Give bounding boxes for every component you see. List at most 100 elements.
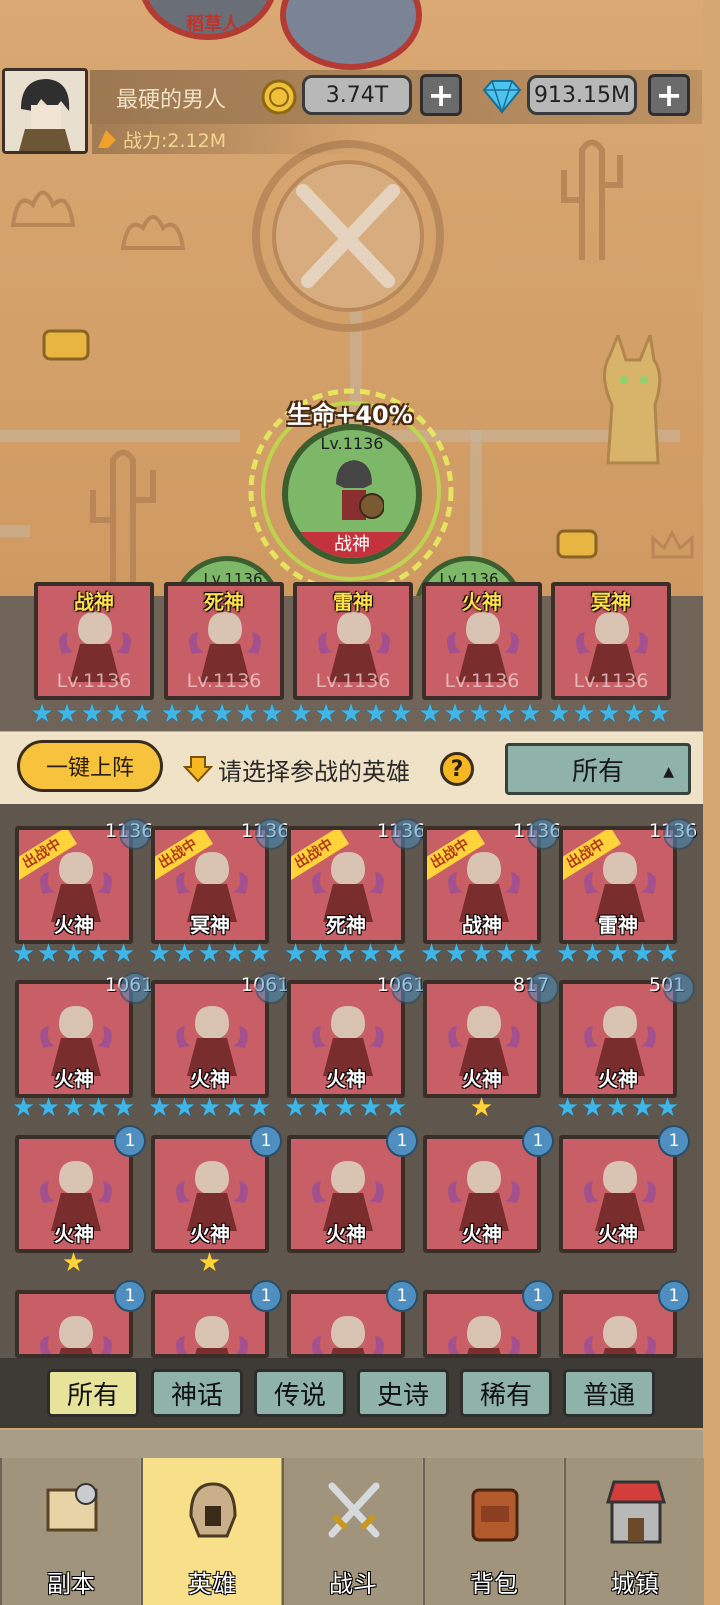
star-icon: ★ <box>235 699 259 729</box>
star-icon: ★ <box>247 1093 272 1123</box>
team-hero-name: 火神 <box>462 590 502 614</box>
team-hero-card[interactable]: 冥神 Lv.1136 <box>551 582 671 700</box>
nav-backpack[interactable]: 背包 <box>423 1458 563 1605</box>
gold-amount: 3.74T <box>302 75 412 115</box>
star-icon: ★ <box>283 939 308 969</box>
hero-card[interactable]: 火神 <box>151 1135 269 1253</box>
star-icon: ★ <box>80 699 104 729</box>
star-icon: ★ <box>247 939 272 969</box>
hero-level: 1 <box>522 1280 554 1312</box>
star-icon: ★ <box>289 699 313 729</box>
star-icon: ★ <box>197 939 222 969</box>
center-hero-node[interactable]: Lv.1136 战神 <box>282 424 422 564</box>
skull-chest-icon[interactable] <box>552 525 602 565</box>
star-icon: ★ <box>11 1093 36 1123</box>
rarity-tab[interactable]: 所有 <box>47 1369 139 1417</box>
hero-card[interactable]: 火神 <box>15 1135 133 1253</box>
nav-label: 城镇 <box>611 1570 659 1598</box>
star-icon: ★ <box>197 1248 222 1278</box>
hero-stars: ★ ★ ★ ★ ★ <box>556 939 680 969</box>
hero-portrait-icon <box>40 1316 112 1354</box>
backpack-icon <box>471 1488 519 1542</box>
star-icon: ★ <box>36 1093 61 1123</box>
hero-card[interactable]: 出战中 死神 <box>287 826 405 944</box>
diamond-amount: 913.15M <box>527 75 637 115</box>
star-icon: ★ <box>11 939 36 969</box>
arrow-down-icon <box>183 756 213 783</box>
skull-chest-icon[interactable] <box>36 325 96 365</box>
star-icon: ★ <box>86 1093 111 1123</box>
hero-card[interactable]: 出战中 冥神 <box>151 826 269 944</box>
hero-card[interactable]: 火神 <box>287 1135 405 1253</box>
hero-filter-dropdown[interactable]: 所有 ▲ <box>505 743 691 795</box>
nav-label: 战斗 <box>329 1570 377 1598</box>
rarity-tab[interactable]: 稀有 <box>460 1369 552 1417</box>
star-icon: ★ <box>61 939 86 969</box>
hero-helmet-icon <box>189 1482 237 1538</box>
nav-hero-helmet[interactable]: 英雄 <box>141 1458 281 1605</box>
nav-shop-building[interactable]: 城镇 <box>564 1458 704 1605</box>
star-icon: ★ <box>55 699 79 729</box>
star-icon: ★ <box>172 939 197 969</box>
team-hero-card[interactable]: 火神 Lv.1136 <box>422 582 542 700</box>
hero-stars: ★ ★ ★ ★ ★ <box>11 939 136 969</box>
team-hero-name: 雷神 <box>333 590 373 614</box>
hero-name: 火神 <box>326 1067 366 1091</box>
rarity-tab[interactable]: 神话 <box>151 1369 243 1417</box>
hero-stars: ★ ★ ★ ★ ★ <box>283 939 408 969</box>
hero-card[interactable]: 火神 <box>559 980 677 1098</box>
team-hero-card[interactable]: 雷神 Lv.1136 <box>293 582 413 700</box>
star-icon: ★ <box>469 1093 494 1123</box>
hero-card[interactable]: 火神 <box>287 980 405 1098</box>
nav-label: 英雄 <box>188 1570 236 1598</box>
team-hero-card[interactable]: 战神 Lv.1136 <box>34 582 154 700</box>
star-icon: ★ <box>580 939 605 969</box>
hero-card[interactable]: 出战中 雷神 <box>559 826 677 944</box>
nav-label: 背包 <box>470 1570 518 1598</box>
nav-crossed-swords[interactable]: 战斗 <box>282 1458 422 1605</box>
hero-name: 雷神 <box>598 913 638 937</box>
hero-level: 1 <box>250 1280 282 1312</box>
team-hero-stars: ★ ★ ★ ★ ★ <box>289 699 413 729</box>
battle-node-icon[interactable] <box>248 136 448 336</box>
hero-card[interactable]: 出战中 火神 <box>15 826 133 944</box>
star-icon: ★ <box>443 699 467 729</box>
level-badge-icon <box>527 972 559 1004</box>
auto-deploy-button[interactable]: 一键上阵 <box>17 740 163 792</box>
star-icon: ★ <box>260 699 284 729</box>
help-button[interactable]: ? <box>440 752 474 786</box>
hero-card[interactable]: 出战中 战神 <box>423 826 541 944</box>
hero-card[interactable]: 火神 <box>151 980 269 1098</box>
diamond-icon <box>482 80 522 114</box>
level-badge-icon <box>527 818 559 850</box>
level-badge-icon <box>119 818 151 850</box>
boss-node-wizard[interactable] <box>280 0 422 70</box>
star-icon: ★ <box>419 939 444 969</box>
cactus-icon <box>90 449 156 590</box>
avatar[interactable] <box>2 68 88 154</box>
rarity-tab[interactable]: 普通 <box>563 1369 655 1417</box>
nav-map-scroll[interactable]: 副本 <box>0 1458 140 1605</box>
rarity-tab[interactable]: 传说 <box>254 1369 346 1417</box>
star-icon: ★ <box>333 1093 358 1123</box>
star-icon: ★ <box>444 939 469 969</box>
hero-level: 1 <box>386 1280 418 1312</box>
center-hero-name: 战神 <box>288 532 416 558</box>
shop-building-icon <box>606 1480 666 1544</box>
hero-card[interactable]: 火神 <box>423 1135 541 1253</box>
star-icon: ★ <box>469 939 494 969</box>
add-diamond-button[interactable]: + <box>648 74 690 116</box>
hero-level: 1 <box>114 1280 146 1312</box>
team-hero-card[interactable]: 死神 Lv.1136 <box>164 582 284 700</box>
star-icon: ★ <box>86 939 111 969</box>
hero-card[interactable]: 火神 <box>559 1135 677 1253</box>
hero-portrait-icon <box>176 1316 248 1354</box>
star-icon: ★ <box>333 939 358 969</box>
map-scroll-icon <box>46 1483 98 1532</box>
rarity-tab[interactable]: 史诗 <box>357 1369 449 1417</box>
star-icon: ★ <box>605 1093 630 1123</box>
cactus-icon <box>561 139 623 260</box>
hero-card[interactable]: 火神 <box>423 980 541 1098</box>
hero-card[interactable]: 火神 <box>15 980 133 1098</box>
add-gold-button[interactable]: + <box>420 74 462 116</box>
